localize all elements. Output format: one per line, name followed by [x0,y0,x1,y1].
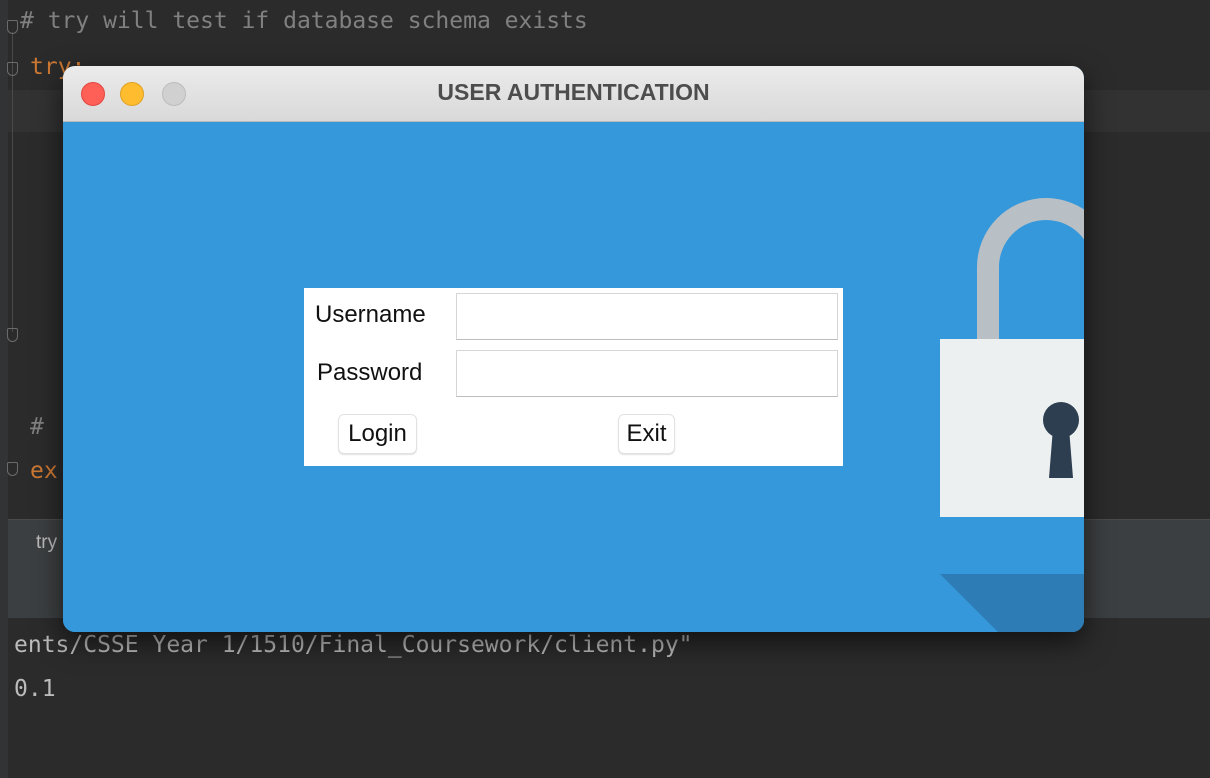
console-output-line: 0.1 [14,676,56,702]
auth-dialog-window: USER AUTHENTICATION Username Password Lo… [63,66,1084,632]
exit-button[interactable]: Exit [618,414,675,454]
run-tab[interactable]: try [36,532,57,554]
login-button[interactable]: Login [338,414,417,454]
fold-guide [12,32,13,332]
code-line-comment-2[interactable]: # [30,414,44,440]
password-input[interactable] [456,350,838,397]
fold-end-icon[interactable] [7,328,18,342]
login-form: Username Password Login Exit [304,288,843,466]
fold-collapse-icon[interactable] [7,62,18,76]
password-label: Password [317,359,423,386]
fold-collapse-icon[interactable] [7,462,18,476]
dialog-content: Username Password Login Exit [63,122,1084,632]
code-line-except[interactable]: ex [30,458,58,484]
username-label: Username [315,301,426,328]
fold-collapse-icon[interactable] [7,20,18,34]
console-output-line: ents/CSSE Year 1/1510/Final_Coursework/c… [14,632,693,658]
code-line-comment[interactable]: # try will test if database schema exist… [20,8,588,34]
run-console[interactable]: ents/CSSE Year 1/1510/Final_Coursework/c… [8,618,1210,778]
editor-gutter [0,0,8,778]
window-title: USER AUTHENTICATION [437,79,710,105]
window-titlebar[interactable]: USER AUTHENTICATION [63,66,1084,122]
username-input[interactable] [456,293,838,340]
